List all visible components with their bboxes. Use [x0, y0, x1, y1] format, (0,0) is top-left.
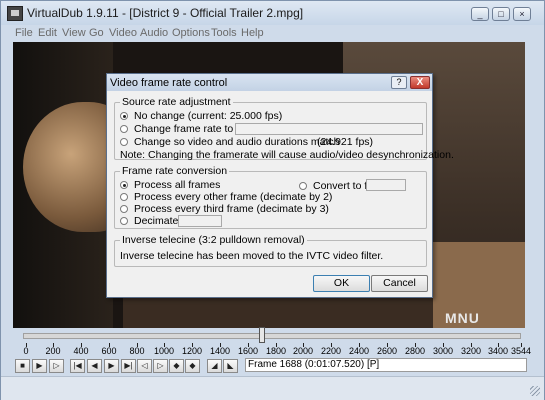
tick-label: 600: [101, 346, 117, 356]
next-key-icon[interactable]: ▷: [153, 359, 168, 373]
video-watermark: MNU: [445, 310, 480, 326]
tick-label: 1800: [265, 346, 287, 356]
frame-position-readout[interactable]: Frame 1688 (0:01:07.520) [P]: [245, 358, 527, 372]
radio-no-change[interactable]: [120, 112, 128, 120]
every-third-label: Process every third frame (decimate by 3…: [134, 203, 329, 215]
source-rate-group: Source rate adjustment No change (curren…: [114, 96, 454, 161]
title-bar[interactable]: VirtualDub 1.9.11 - [District 9 - Offici…: [1, 1, 544, 25]
minimize-button[interactable]: _: [471, 7, 489, 21]
play-output-icon[interactable]: ▷: [49, 359, 64, 373]
convert-fps-input[interactable]: [366, 179, 406, 191]
all-frames-label: Process all frames: [134, 179, 221, 191]
tick-label: 1400: [209, 346, 231, 356]
match-fps-value: (24.921 fps): [317, 136, 374, 148]
tick-label: 2000: [292, 346, 314, 356]
menu-file[interactable]: File: [15, 27, 33, 39]
next-frame-icon[interactable]: ▶: [104, 359, 119, 373]
dialog-title: Video frame rate control: [110, 77, 228, 89]
conversion-label: Frame rate conversion: [120, 165, 230, 177]
scene-forward-icon[interactable]: ◆: [185, 359, 200, 373]
tick-label: 2800: [404, 346, 426, 356]
play-input-icon[interactable]: ▶: [32, 359, 47, 373]
desync-note: Note: Changing the framerate will cause …: [120, 149, 454, 161]
dialog-close-button[interactable]: X: [410, 76, 430, 89]
decimate-input[interactable]: [178, 215, 222, 227]
menu-edit[interactable]: Edit: [38, 27, 57, 39]
radio-all-frames[interactable]: [120, 181, 128, 189]
scene-back-icon[interactable]: ◆: [169, 359, 184, 373]
position-trackbar[interactable]: [23, 333, 521, 339]
resize-grip-icon[interactable]: [530, 386, 540, 396]
fps-input[interactable]: [235, 123, 423, 135]
tick-label: 3200: [460, 346, 482, 356]
menu-help[interactable]: Help: [241, 27, 264, 39]
menu-go[interactable]: Go: [89, 27, 104, 39]
tick-label: 2200: [320, 346, 342, 356]
tick-label: 3400: [487, 346, 509, 356]
radio-change-rate[interactable]: [120, 125, 128, 133]
match-label: Change so video and audio durations matc…: [134, 136, 340, 148]
menu-video[interactable]: Video: [109, 27, 137, 39]
app-icon[interactable]: [7, 6, 23, 21]
main-window: VirtualDub 1.9.11 - [District 9 - Offici…: [0, 0, 545, 400]
tick-label: 2600: [376, 346, 398, 356]
frame-rate-dialog: Video frame rate control ? X Source rate…: [106, 73, 454, 298]
source-rate-label: Source rate adjustment: [120, 96, 233, 108]
mark-in-icon[interactable]: ◢: [207, 359, 222, 373]
maximize-button[interactable]: □: [492, 7, 510, 21]
ivtc-text: Inverse telecine has been moved to the I…: [120, 250, 384, 262]
tick-label: 200: [45, 346, 61, 356]
frame-rate-conversion-group: Frame rate conversion Process all frames…: [114, 165, 427, 229]
stop-icon[interactable]: ■: [15, 359, 30, 373]
close-window-button[interactable]: ×: [513, 7, 531, 21]
menu-bar: File Edit View Go Video Audio Options To…: [1, 26, 544, 41]
tick-label: 1600: [237, 346, 259, 356]
menu-view[interactable]: View: [62, 27, 86, 39]
tick-label: 400: [73, 346, 89, 356]
mark-out-icon[interactable]: ◣: [223, 359, 238, 373]
status-bar: [1, 376, 544, 400]
go-end-icon[interactable]: ▶|: [121, 359, 136, 373]
tick-label: 3544: [510, 346, 532, 356]
cancel-button[interactable]: Cancel: [371, 275, 428, 292]
go-start-icon[interactable]: |◀: [70, 359, 85, 373]
no-change-label: No change (current: 25.000 fps): [134, 110, 283, 122]
menu-options[interactable]: Options: [172, 27, 210, 39]
radio-match-durations[interactable]: [120, 138, 128, 146]
position-thumb[interactable]: [259, 327, 265, 343]
prev-key-icon[interactable]: ◁: [137, 359, 152, 373]
help-button[interactable]: ?: [391, 76, 407, 89]
prev-frame-icon[interactable]: ◀: [87, 359, 102, 373]
radio-every-third[interactable]: [120, 205, 128, 213]
radio-every-other[interactable]: [120, 193, 128, 201]
tick-label: 800: [129, 346, 145, 356]
radio-decimate-by[interactable]: [120, 217, 128, 225]
window-title: VirtualDub 1.9.11 - [District 9 - Offici…: [27, 6, 304, 20]
tick-label: 3000: [432, 346, 454, 356]
ivtc-group: Inverse telecine (3:2 pulldown removal) …: [114, 234, 427, 267]
ivtc-label: Inverse telecine (3:2 pulldown removal): [120, 234, 307, 246]
tick-label: 2400: [348, 346, 370, 356]
menu-tools[interactable]: Tools: [211, 27, 237, 39]
ok-button[interactable]: OK: [313, 275, 370, 292]
tick-label: 0: [23, 346, 29, 356]
dialog-title-bar[interactable]: Video frame rate control ? X: [107, 74, 432, 91]
menu-audio[interactable]: Audio: [140, 27, 168, 39]
tick-label: 1000: [153, 346, 175, 356]
tick-label: 1200: [181, 346, 203, 356]
every-other-label: Process every other frame (decimate by 2…: [134, 191, 333, 203]
radio-convert-fps[interactable]: [299, 182, 307, 190]
